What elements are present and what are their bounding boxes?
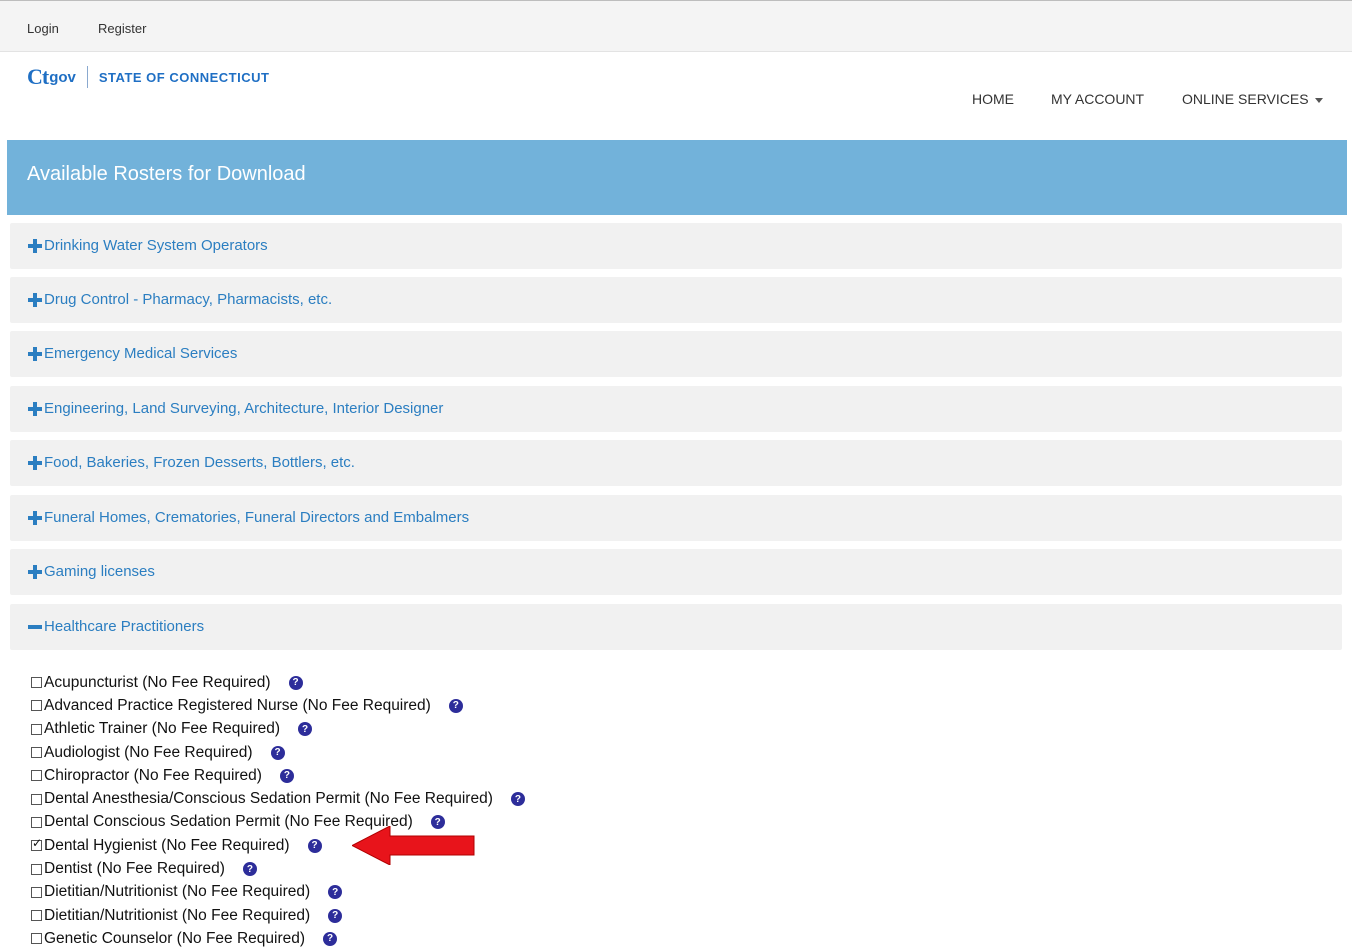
category-label: Healthcare Practitioners [44, 618, 205, 635]
roster-item: Acupuncturist (No Fee Required)? [31, 671, 525, 694]
caret-down-icon [1314, 97, 1323, 103]
roster-label: Dental Anesthesia/Conscious Sedation Per… [44, 790, 493, 808]
roster-item: Advanced Practice Registered Nurse (No F… [31, 694, 525, 717]
roster-checkbox[interactable] [31, 793, 42, 805]
roster-checkbox[interactable] [31, 677, 42, 689]
roster-label: Athletic Trainer (No Fee Required) [44, 720, 281, 738]
nav-home[interactable]: HOME [972, 91, 1014, 107]
help-icon[interactable]: ? [279, 768, 294, 783]
roster-checkbox[interactable] [31, 933, 42, 945]
roster-label: Dental Hygienist (No Fee Required) [44, 836, 290, 854]
red-arrow-annotation [352, 826, 475, 865]
logo-mark: Ct [27, 64, 49, 89]
expand-plus-icon [28, 347, 42, 361]
category-label: Gaming licenses [44, 563, 155, 580]
category-label: Funeral Homes, Crematories, Funeral Dire… [44, 509, 470, 526]
category-panel[interactable]: Drinking Water System Operators [10, 223, 1342, 269]
help-icon[interactable]: ? [510, 792, 525, 807]
roster-item: Audiologist (No Fee Required)? [31, 741, 525, 764]
expand-plus-icon [28, 239, 42, 253]
roster-label: Acupuncturist (No Fee Required) [44, 673, 271, 691]
category-panel[interactable]: Food, Bakeries, Frozen Desserts, Bottler… [10, 440, 1342, 486]
roster-checkbox[interactable] [31, 863, 42, 875]
roster-checkbox[interactable] [31, 747, 42, 759]
logo-state-name: STATE OF CONNECTICUT [98, 69, 270, 85]
page-title: Available Rosters for Download [27, 163, 306, 185]
roster-label: Dietitian/Nutritionist (No Fee Required) [44, 906, 311, 924]
logo-divider [86, 66, 88, 88]
nav-online-services[interactable]: ONLINE SERVICES [1182, 91, 1323, 107]
roster-checkbox[interactable] [31, 723, 42, 735]
category-label: Drinking Water System Operators [44, 237, 268, 254]
category-label: Engineering, Land Surveying, Architectur… [44, 400, 444, 417]
category-panel[interactable]: Drug Control - Pharmacy, Pharmacists, et… [10, 277, 1342, 323]
expand-plus-icon [28, 511, 42, 525]
roster-label: Audiologist (No Fee Required) [44, 743, 253, 761]
ct-gov-logo[interactable]: Ct gov STATE OF CONNECTICUT [27, 64, 269, 90]
roster-label: Chiropractor (No Fee Required) [44, 766, 262, 784]
expand-plus-icon [28, 293, 42, 307]
roster-label: Dietitian/Nutritionist (No Fee Required) [44, 883, 311, 901]
help-icon[interactable]: ? [448, 698, 463, 713]
category-label: Emergency Medical Services [44, 345, 238, 362]
roster-label: Dentist (No Fee Required) [44, 860, 225, 878]
category-panel[interactable]: Funeral Homes, Crematories, Funeral Dire… [10, 495, 1342, 541]
register-link[interactable]: Register [98, 21, 146, 36]
expand-plus-icon [28, 456, 42, 470]
logo-gov: gov [49, 68, 76, 86]
category-panel[interactable]: Gaming licenses [10, 549, 1342, 595]
roster-item: Genetic Counselor (No Fee Required)? [31, 927, 525, 950]
roster-checkbox[interactable] [31, 910, 42, 922]
roster-checkbox[interactable] [31, 700, 42, 712]
category-label: Food, Bakeries, Frozen Desserts, Bottler… [44, 454, 355, 471]
roster-checkbox[interactable] [31, 886, 42, 898]
help-icon[interactable]: ? [298, 722, 313, 737]
category-label: Drug Control - Pharmacy, Pharmacists, et… [44, 291, 333, 308]
roster-checkbox[interactable] [31, 816, 42, 828]
roster-checkbox-list: Acupuncturist (No Fee Required)? Advanced… [31, 671, 525, 951]
roster-item: Dietitian/Nutritionist (No Fee Required)… [31, 904, 525, 927]
help-icon[interactable]: ? [328, 908, 343, 923]
login-link[interactable]: Login [27, 21, 59, 36]
category-panel[interactable]: Engineering, Land Surveying, Architectur… [10, 386, 1342, 432]
page-header-banner: Available Rosters for Download [7, 140, 1347, 215]
collapse-minus-icon [28, 625, 42, 629]
roster-item: Athletic Trainer (No Fee Required)? [31, 718, 525, 741]
help-icon[interactable]: ? [270, 745, 285, 760]
roster-checkbox[interactable] [31, 770, 42, 782]
expand-plus-icon [28, 565, 42, 579]
roster-item: Dental Anesthesia/Conscious Sedation Per… [31, 787, 525, 810]
roster-item: Dietitian/Nutritionist (No Fee Required)… [31, 881, 525, 904]
category-panel[interactable]: Healthcare Practitioners [10, 604, 1342, 650]
help-icon[interactable]: ? [288, 675, 303, 690]
roster-label: Advanced Practice Registered Nurse (No F… [44, 696, 431, 714]
nav-my-account[interactable]: MY ACCOUNT [1051, 91, 1144, 107]
roster-item: Chiropractor (No Fee Required)? [31, 764, 525, 787]
category-panel[interactable]: Emergency Medical Services [10, 331, 1342, 377]
help-icon[interactable]: ? [307, 838, 322, 853]
expand-plus-icon [28, 402, 42, 416]
roster-checkbox[interactable] [31, 836, 42, 852]
help-icon[interactable]: ? [328, 885, 343, 900]
help-icon[interactable]: ? [242, 862, 257, 877]
roster-label: Genetic Counselor (No Fee Required) [44, 929, 306, 947]
help-icon[interactable]: ? [323, 931, 338, 946]
top-links-bar: Login Register [0, 1, 1352, 52]
